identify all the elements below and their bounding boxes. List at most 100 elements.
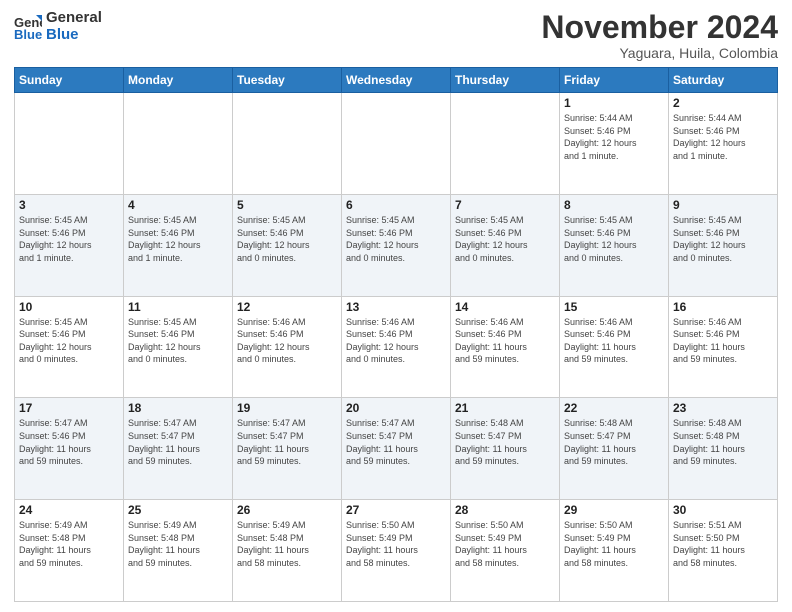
- col-wednesday: Wednesday: [342, 68, 451, 93]
- day-number: 22: [564, 401, 664, 415]
- day-number: 3: [19, 198, 119, 212]
- day-info: Sunrise: 5:45 AM Sunset: 5:46 PM Dayligh…: [128, 316, 228, 366]
- calendar-cell: 3 Sunrise: 5:45 AM Sunset: 5:46 PM Daylig…: [15, 194, 124, 296]
- day-info: Sunrise: 5:45 AM Sunset: 5:46 PM Dayligh…: [673, 214, 773, 264]
- calendar-cell: 27 Sunrise: 5:50 AM Sunset: 5:49 PM Dayli…: [342, 500, 451, 602]
- svg-text:Blue: Blue: [14, 27, 42, 41]
- calendar-cell: [233, 93, 342, 195]
- day-info: Sunrise: 5:44 AM Sunset: 5:46 PM Dayligh…: [673, 112, 773, 162]
- day-number: 24: [19, 503, 119, 517]
- day-info: Sunrise: 5:50 AM Sunset: 5:49 PM Dayligh…: [564, 519, 664, 569]
- day-info: Sunrise: 5:47 AM Sunset: 5:47 PM Dayligh…: [237, 417, 337, 467]
- day-info: Sunrise: 5:49 AM Sunset: 5:48 PM Dayligh…: [19, 519, 119, 569]
- day-info: Sunrise: 5:48 AM Sunset: 5:47 PM Dayligh…: [455, 417, 555, 467]
- calendar-cell: 14 Sunrise: 5:46 AM Sunset: 5:46 PM Dayli…: [451, 296, 560, 398]
- day-number: 10: [19, 300, 119, 314]
- calendar-table: Sunday Monday Tuesday Wednesday Thursday…: [14, 67, 778, 602]
- location: Yaguara, Huila, Colombia: [541, 45, 778, 61]
- day-info: Sunrise: 5:45 AM Sunset: 5:46 PM Dayligh…: [237, 214, 337, 264]
- week-row-5: 24 Sunrise: 5:49 AM Sunset: 5:48 PM Dayli…: [15, 500, 778, 602]
- logo-icon: General Blue: [14, 13, 42, 41]
- calendar-cell: 7Sunrise: 5:45 AM Sunset: 5:46 PM Daylig…: [451, 194, 560, 296]
- day-info: Sunrise: 5:45 AM Sunset: 5:46 PM Dayligh…: [564, 214, 664, 264]
- col-sunday: Sunday: [15, 68, 124, 93]
- day-number: 27: [346, 503, 446, 517]
- day-info: Sunrise: 5:44 AM Sunset: 5:46 PM Dayligh…: [564, 112, 664, 162]
- day-number: 18: [128, 401, 228, 415]
- calendar-header-row: Sunday Monday Tuesday Wednesday Thursday…: [15, 68, 778, 93]
- day-number: 29: [564, 503, 664, 517]
- calendar-cell: 20Sunrise: 5:47 AM Sunset: 5:47 PM Dayli…: [342, 398, 451, 500]
- day-number: 4: [128, 198, 228, 212]
- calendar-cell: [451, 93, 560, 195]
- day-info: Sunrise: 5:46 AM Sunset: 5:46 PM Dayligh…: [237, 316, 337, 366]
- calendar-cell: 4Sunrise: 5:45 AM Sunset: 5:46 PM Daylig…: [124, 194, 233, 296]
- day-number: 25: [128, 503, 228, 517]
- calendar-cell: 22Sunrise: 5:48 AM Sunset: 5:47 PM Dayli…: [560, 398, 669, 500]
- day-number: 16: [673, 300, 773, 314]
- calendar-cell: 16Sunrise: 5:46 AM Sunset: 5:46 PM Dayli…: [669, 296, 778, 398]
- month-year: November 2024: [541, 10, 778, 45]
- day-info: Sunrise: 5:46 AM Sunset: 5:46 PM Dayligh…: [564, 316, 664, 366]
- calendar-cell: 6 Sunrise: 5:45 AM Sunset: 5:46 PM Daylig…: [342, 194, 451, 296]
- week-row-4: 17 Sunrise: 5:47 AM Sunset: 5:46 PM Dayli…: [15, 398, 778, 500]
- day-info: Sunrise: 5:45 AM Sunset: 5:46 PM Dayligh…: [455, 214, 555, 264]
- calendar-cell: 18Sunrise: 5:47 AM Sunset: 5:47 PM Dayli…: [124, 398, 233, 500]
- logo-line2: Blue: [46, 27, 102, 44]
- day-info: Sunrise: 5:51 AM Sunset: 5:50 PM Dayligh…: [673, 519, 773, 569]
- day-info: Sunrise: 5:45 AM Sunset: 5:46 PM Dayligh…: [19, 316, 119, 366]
- day-info: Sunrise: 5:46 AM Sunset: 5:46 PM Dayligh…: [346, 316, 446, 366]
- calendar-cell: 24 Sunrise: 5:49 AM Sunset: 5:48 PM Dayli…: [15, 500, 124, 602]
- day-number: 14: [455, 300, 555, 314]
- calendar-cell: 25 Sunrise: 5:49 AM Sunset: 5:48 PM Dayli…: [124, 500, 233, 602]
- day-number: 8: [564, 198, 664, 212]
- calendar-cell: 19Sunrise: 5:47 AM Sunset: 5:47 PM Dayli…: [233, 398, 342, 500]
- day-info: Sunrise: 5:45 AM Sunset: 5:46 PM Dayligh…: [19, 214, 119, 264]
- calendar-cell: 23 Sunrise: 5:48 AM Sunset: 5:48 PM Dayli…: [669, 398, 778, 500]
- day-number: 17: [19, 401, 119, 415]
- day-number: 28: [455, 503, 555, 517]
- calendar-cell: 21Sunrise: 5:48 AM Sunset: 5:47 PM Dayli…: [451, 398, 560, 500]
- calendar-cell: 8 Sunrise: 5:45 AM Sunset: 5:46 PM Daylig…: [560, 194, 669, 296]
- calendar-cell: 2 Sunrise: 5:44 AM Sunset: 5:46 PM Daylig…: [669, 93, 778, 195]
- day-info: Sunrise: 5:45 AM Sunset: 5:46 PM Dayligh…: [346, 214, 446, 264]
- calendar-cell: 9 Sunrise: 5:45 AM Sunset: 5:46 PM Daylig…: [669, 194, 778, 296]
- day-info: Sunrise: 5:47 AM Sunset: 5:46 PM Dayligh…: [19, 417, 119, 467]
- calendar-cell: 30 Sunrise: 5:51 AM Sunset: 5:50 PM Dayli…: [669, 500, 778, 602]
- calendar-cell: 29 Sunrise: 5:50 AM Sunset: 5:49 PM Dayli…: [560, 500, 669, 602]
- page: General Blue General Blue November 2024 …: [0, 0, 792, 612]
- day-info: Sunrise: 5:47 AM Sunset: 5:47 PM Dayligh…: [346, 417, 446, 467]
- day-number: 5: [237, 198, 337, 212]
- day-number: 2: [673, 96, 773, 110]
- col-thursday: Thursday: [451, 68, 560, 93]
- calendar-cell: [342, 93, 451, 195]
- day-number: 9: [673, 198, 773, 212]
- day-number: 1: [564, 96, 664, 110]
- calendar-cell: 26 Sunrise: 5:49 AM Sunset: 5:48 PM Dayli…: [233, 500, 342, 602]
- day-info: Sunrise: 5:50 AM Sunset: 5:49 PM Dayligh…: [346, 519, 446, 569]
- logo-line1: General: [46, 10, 102, 27]
- day-info: Sunrise: 5:49 AM Sunset: 5:48 PM Dayligh…: [237, 519, 337, 569]
- day-number: 12: [237, 300, 337, 314]
- week-row-1: 1 Sunrise: 5:44 AM Sunset: 5:46 PM Daylig…: [15, 93, 778, 195]
- day-info: Sunrise: 5:48 AM Sunset: 5:48 PM Dayligh…: [673, 417, 773, 467]
- day-info: Sunrise: 5:50 AM Sunset: 5:49 PM Dayligh…: [455, 519, 555, 569]
- calendar-cell: 12 Sunrise: 5:46 AM Sunset: 5:46 PM Dayli…: [233, 296, 342, 398]
- col-saturday: Saturday: [669, 68, 778, 93]
- col-tuesday: Tuesday: [233, 68, 342, 93]
- calendar-cell: 28 Sunrise: 5:50 AM Sunset: 5:49 PM Dayli…: [451, 500, 560, 602]
- day-number: 23: [673, 401, 773, 415]
- col-monday: Monday: [124, 68, 233, 93]
- day-number: 26: [237, 503, 337, 517]
- day-info: Sunrise: 5:49 AM Sunset: 5:48 PM Dayligh…: [128, 519, 228, 569]
- title-block: November 2024 Yaguara, Huila, Colombia: [541, 10, 778, 61]
- day-info: Sunrise: 5:46 AM Sunset: 5:46 PM Dayligh…: [455, 316, 555, 366]
- logo: General Blue General Blue: [14, 10, 102, 43]
- col-friday: Friday: [560, 68, 669, 93]
- day-number: 15: [564, 300, 664, 314]
- calendar-cell: [15, 93, 124, 195]
- calendar-cell: 11Sunrise: 5:45 AM Sunset: 5:46 PM Dayli…: [124, 296, 233, 398]
- day-number: 6: [346, 198, 446, 212]
- week-row-2: 3 Sunrise: 5:45 AM Sunset: 5:46 PM Daylig…: [15, 194, 778, 296]
- day-number: 30: [673, 503, 773, 517]
